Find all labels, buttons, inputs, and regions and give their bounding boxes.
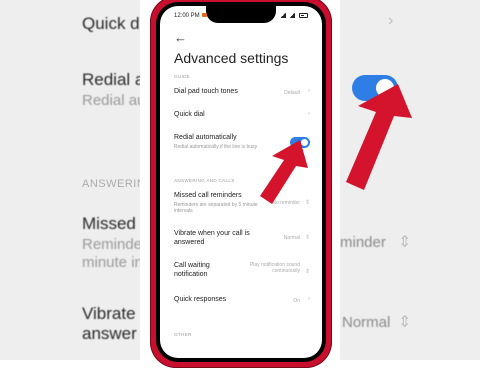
bg-sort-icon-2: ⇕	[398, 314, 412, 331]
phone-bezel: 12:00 PM ← Advanced settings GUIDE Dial …	[156, 2, 326, 362]
chevron-right-icon: ›	[308, 111, 310, 117]
bg-redial-sub: Redial au	[82, 92, 140, 109]
bg-missed-sub1: Reminder	[82, 236, 140, 253]
setting-call-waiting[interactable]: Call waiting notification Play notificat…	[174, 262, 310, 279]
setting-label: Vibrate when your call is answered	[174, 230, 250, 246]
phone-screen: 12:00 PM ← Advanced settings GUIDE Dial …	[160, 6, 322, 358]
status-bar: 12:00 PM	[174, 13, 308, 23]
setting-quick-responses[interactable]: Quick responses On ›	[174, 296, 310, 305]
bg-vibrate2: answer	[82, 324, 137, 343]
setting-value: Normal	[283, 235, 300, 241]
setting-value: Default	[284, 90, 300, 96]
status-icons	[278, 13, 308, 20]
background-right: › minder ⇕ Normal ⇕	[340, 0, 480, 360]
bg-arrow-icon	[346, 84, 412, 190]
setting-value: On	[293, 298, 300, 304]
bg-redial: Redial a	[82, 70, 140, 89]
bg-normal: Normal	[342, 314, 391, 331]
bg-quick-dial: Quick d	[82, 14, 140, 33]
bg-reminder: minder	[340, 234, 386, 251]
wifi-icon	[289, 13, 296, 18]
phone-frame: 12:00 PM ← Advanced settings GUIDE Dial …	[150, 0, 332, 368]
signal-icon	[279, 13, 286, 18]
bg-sort-icon: ⇕	[398, 234, 412, 251]
status-time: 12:00 PM	[174, 13, 207, 19]
background-left: Quick d Redial a Redial au ANSWERIN Miss…	[0, 0, 140, 360]
setting-vibrate[interactable]: Vibrate when your call is answered Norma…	[174, 230, 310, 247]
record-icon	[201, 13, 207, 18]
setting-label: Quick responses	[174, 296, 227, 303]
bg-missed-sub2: minute in	[82, 254, 140, 271]
section-answering: ANSWERING AND CALLS	[174, 178, 235, 183]
setting-dial-pad[interactable]: Dial pad touch tones Default ›	[174, 88, 310, 97]
setting-quick-dial[interactable]: Quick dial ›	[174, 111, 310, 120]
bg-chevron-icon: ›	[388, 12, 394, 29]
sort-icon: ⇕	[304, 235, 310, 241]
section-guide: GUIDE	[174, 74, 191, 79]
bg-answering: ANSWERIN	[82, 178, 140, 190]
sort-icon: ⇕	[304, 269, 310, 275]
setting-desc: Reminders are separated by 5 minute inte…	[174, 201, 258, 214]
chevron-right-icon: ›	[308, 296, 310, 302]
page-title: Advanced settings	[174, 50, 289, 66]
chevron-right-icon: ›	[308, 88, 310, 94]
section-other: OTHER	[174, 332, 192, 337]
battery-icon	[299, 13, 308, 18]
setting-value: Play notification sound continuously	[249, 262, 300, 274]
setting-label: Call waiting notification	[174, 262, 210, 278]
back-arrow-icon[interactable]: ←	[174, 30, 187, 45]
bg-vibrate: Vibrate	[82, 304, 136, 323]
setting-label: Quick dial	[174, 111, 205, 118]
bg-missed: Missed	[82, 214, 136, 233]
pointer-arrow-icon	[260, 140, 308, 204]
